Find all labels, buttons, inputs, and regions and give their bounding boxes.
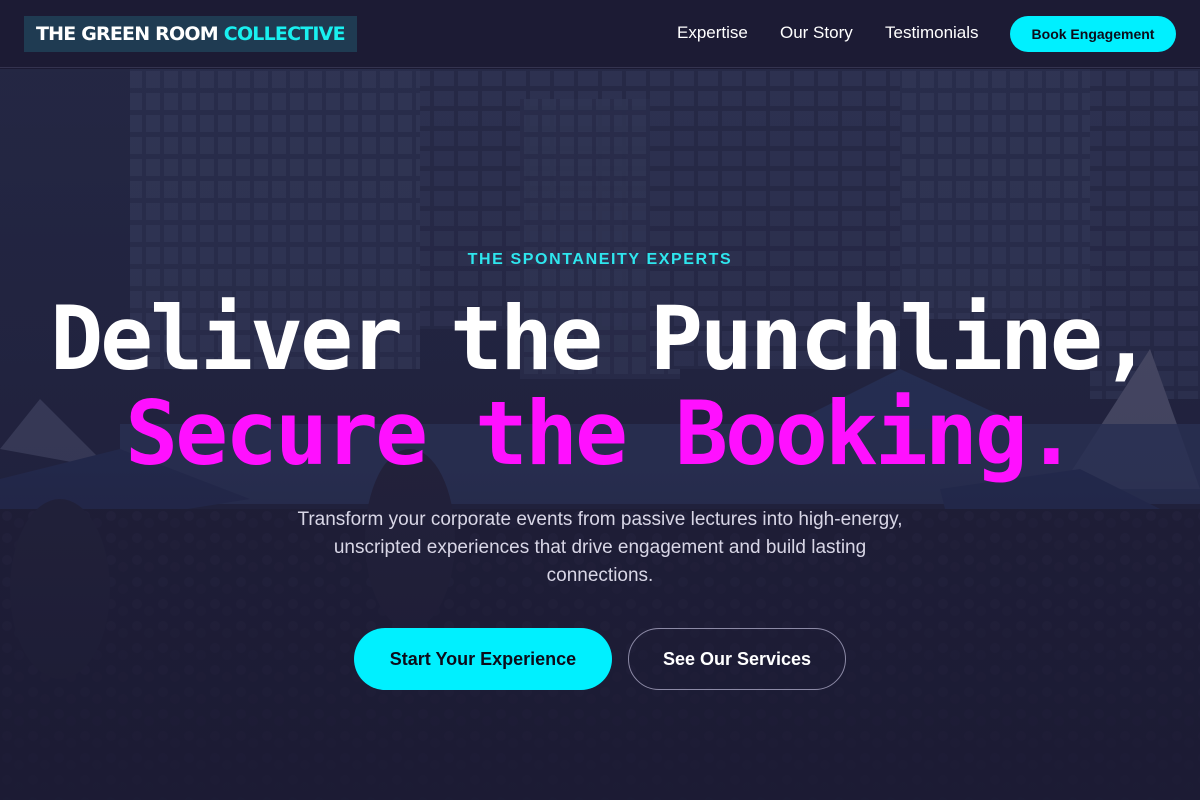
brand-name-part2: COLLECTIVE bbox=[223, 23, 346, 45]
nav-link-testimonials[interactable]: Testimonials bbox=[885, 23, 979, 43]
nav-link-expertise[interactable]: Expertise bbox=[677, 23, 748, 43]
brand-logo[interactable]: THE GREEN ROOM COLLECTIVE bbox=[24, 16, 357, 52]
nav-link-our-story[interactable]: Our Story bbox=[780, 23, 853, 43]
hero-headline-line1: Deliver the Punchline, bbox=[50, 287, 1153, 390]
hero-eyebrow: THE SPONTANEITY EXPERTS bbox=[467, 251, 733, 268]
book-engagement-button[interactable]: Book Engagement bbox=[1010, 16, 1176, 52]
site-header: THE GREEN ROOM COLLECTIVE Expertise Our … bbox=[0, 0, 1200, 68]
start-experience-button[interactable]: Start Your Experience bbox=[354, 628, 612, 690]
see-services-button[interactable]: See Our Services bbox=[628, 628, 846, 690]
brand-name-part1: THE GREEN ROOM bbox=[36, 23, 219, 45]
hero-headline-line2: Secure the Booking. bbox=[125, 382, 1078, 485]
hero-section: THE SPONTANEITY EXPERTS Deliver the Punc… bbox=[0, 69, 1200, 800]
hero-description: Transform your corporate events from pas… bbox=[297, 509, 903, 586]
